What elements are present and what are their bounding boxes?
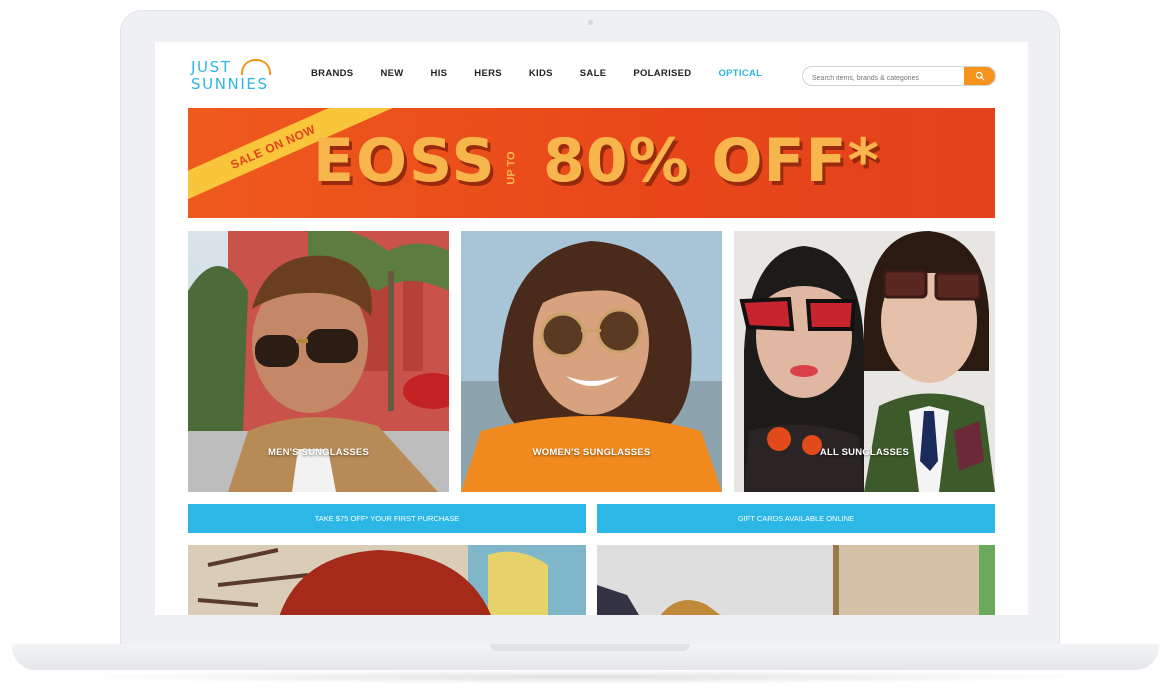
category-tile-all[interactable]: ALL SUNGLASSES [734,231,995,492]
category-tile-womens[interactable]: WOMEN'S SUNGLASSES [461,231,722,492]
site-header: JUST SUNNIES BRANDS NEW HIS HERS KIDS SA… [155,42,1028,108]
tile-label-all: ALL SUNGLASSES [819,447,910,458]
promo-gift-cards-text: GIFT CARDS AVAILABLE ONLINE [737,514,855,523]
banner-headline: EOSS [313,126,497,196]
nav-item-hers[interactable]: HERS [474,68,502,79]
promo-gift-cards[interactable]: GIFT CARDS AVAILABLE ONLINE [597,504,995,533]
banner-upto: UP TO [501,138,523,198]
nav-item-new[interactable]: NEW [380,68,403,79]
category-tile-mens[interactable]: MEN'S SUNGLASSES [188,231,449,492]
nav-item-his[interactable]: HIS [431,68,448,79]
search-button[interactable] [964,67,995,85]
webcam [588,20,593,25]
promo-first-purchase-text: TAKE $75 OFF* YOUR FIRST PURCHASE [314,514,460,523]
main-nav: BRANDS NEW HIS HERS KIDS SALE POLARISED … [311,68,789,79]
search-input[interactable] [803,69,962,85]
lower-tile-left[interactable] [188,545,586,615]
sale-banner[interactable]: SALE ON NOW EOSS UP TO 80% OFF* [188,108,995,218]
nav-item-kids[interactable]: KIDS [529,68,553,79]
banner-offer: 80% OFF* [543,126,880,196]
banner-upto-text: UP TO [506,151,518,185]
tile-label-womens: WOMEN'S SUNGLASSES [532,447,651,458]
lower-left-photo [188,545,586,615]
nav-item-optical[interactable]: OPTICAL [718,68,762,79]
lower-right-photo [597,545,995,615]
tile-label-mens: MEN'S SUNGLASSES [267,447,369,458]
lower-tile-right[interactable] [597,545,995,615]
search-bar [802,66,996,86]
sale-ribbon-text: SALE ON NOW [228,121,318,173]
laptop-screen: JUST SUNNIES BRANDS NEW HIS HERS KIDS SA… [155,42,1028,615]
nav-item-polarised[interactable]: POLARISED [633,68,691,79]
search-icon [975,71,984,81]
promo-first-purchase[interactable]: TAKE $75 OFF* YOUR FIRST PURCHASE [188,504,586,533]
laptop-base-notch [490,644,690,651]
brand-logo[interactable]: JUST SUNNIES [191,59,271,93]
logo-line-2: SUNNIES [191,75,269,93]
nav-item-brands[interactable]: BRANDS [311,68,353,79]
nav-item-sale[interactable]: SALE [580,68,607,79]
laptop-shadow [60,670,1110,684]
